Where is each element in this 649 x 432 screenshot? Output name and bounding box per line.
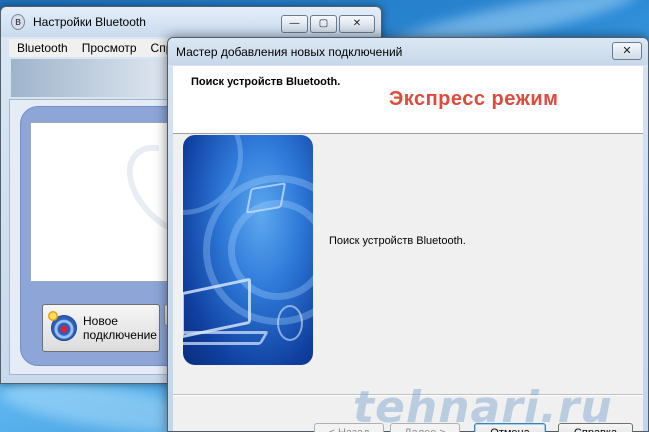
menu-item-bluetooth[interactable]: Bluetooth [17, 41, 68, 55]
add-connection-wizard-window: Мастер добавления новых подключений ✕ По… [167, 37, 649, 432]
wizard-side-illustration [183, 135, 313, 365]
new-connection-label-1: Новое [83, 314, 118, 328]
new-connection-button[interactable]: Новое подключение [42, 304, 160, 352]
wizard-header-title: Поиск устройств Bluetooth. [191, 76, 341, 88]
help-button[interactable]: Справка [558, 423, 633, 432]
wizard-title: Мастер добавления новых подключений [176, 44, 403, 59]
menu-item-view[interactable]: Просмотр [82, 41, 137, 55]
laptop-icon [183, 277, 251, 339]
wizard-client-area: Поиск устройств Bluetooth. Экспресс режи… [173, 66, 643, 432]
maximize-button[interactable]: ▢ [310, 15, 337, 33]
wizard-titlebar[interactable]: Мастер добавления новых подключений ✕ [168, 38, 648, 65]
bluetooth-icon: ʙ [11, 14, 25, 30]
minimize-button[interactable]: — [281, 15, 308, 33]
laptop-base-icon [183, 331, 270, 345]
bluetooth-settings-titlebar[interactable]: ʙ Настройки Bluetooth — ▢ ✕ [1, 7, 381, 37]
bluetooth-wave-icon [48, 311, 77, 341]
next-button[interactable]: Далее > [390, 423, 460, 432]
express-mode-label: Экспресс режим [389, 88, 559, 110]
wizard-close-button[interactable]: ✕ [612, 42, 642, 60]
window-controls: — ▢ ✕ [281, 15, 375, 33]
cancel-button[interactable]: Отмена [474, 423, 546, 432]
back-button[interactable]: < Назад [314, 423, 384, 432]
wizard-header: Поиск устройств Bluetooth. Экспресс режи… [173, 66, 643, 134]
new-connection-label-2: подключение [83, 328, 157, 342]
wizard-status-text: Поиск устройств Bluetooth. [329, 235, 466, 247]
mouse-icon [277, 305, 303, 341]
window-title: Настройки Bluetooth [33, 15, 146, 29]
close-button[interactable]: ✕ [339, 15, 375, 33]
